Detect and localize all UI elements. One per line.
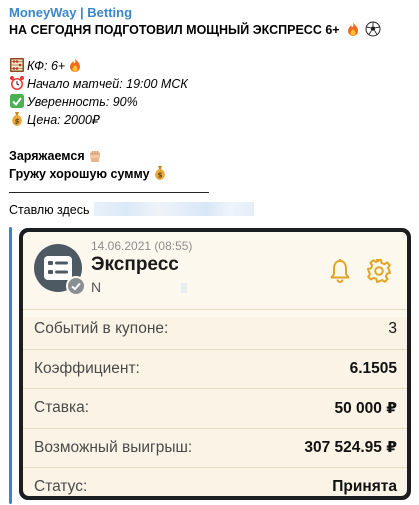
coef-text: КФ: 6+ (27, 59, 66, 73)
headline-text: НА СЕГОДНЯ ПОДГОТОВИЛ МОЩНЫЙ ЭКСПРЕСС 6+ (9, 23, 340, 37)
row-value: 307 524.95 ₽ (304, 439, 397, 457)
coupon-row-events: Событий в купоне: 3 (23, 309, 407, 349)
redacted-link[interactable] (93, 202, 254, 216)
coupon-row-stake: Ставка: 50 000 ₽ (23, 388, 407, 428)
gear-icon[interactable] (366, 258, 392, 284)
confidence-text: Уверенность: 90% (27, 95, 138, 109)
coupon-subtitle: N (91, 279, 188, 295)
redacted-id (181, 283, 188, 293)
coupon-row-status: Статус: Принята (23, 467, 407, 496)
check-icon (71, 282, 81, 291)
money-bag-icon: $ (9, 111, 25, 127)
bet-here-text: Ставлю здесь (9, 203, 90, 217)
coupon-row-possible-win: Возможный выигрыш: 307 524.95 ₽ (23, 427, 407, 468)
svg-text:$: $ (157, 172, 162, 180)
fist-icon (87, 147, 103, 163)
alarm-clock-icon (9, 75, 25, 91)
svg-text:$: $ (15, 118, 20, 126)
load-text: Гружу хорошую сумму (9, 167, 150, 181)
price-line: $ Цена: 2000₽ (9, 111, 411, 129)
row-label: Статус: (34, 478, 88, 496)
row-label: Событий в купоне: (34, 320, 169, 338)
start-line: Начало матчей: 19:00 МСК (9, 75, 411, 93)
status-check-badge (66, 276, 86, 296)
author-name[interactable]: MoneyWay | Betting (9, 4, 411, 21)
coupon-title: Экспресс (91, 254, 179, 275)
bell-icon[interactable] (328, 258, 352, 284)
coupon-card[interactable]: 14.06.2021 (08:55) Экспресс N Событий в … (19, 228, 411, 500)
charge-line: Заряжаемся (9, 147, 411, 165)
check-mark-icon (9, 93, 25, 109)
coupon-details: Событий в купоне: 3 Коэффициент: 6.1505 … (23, 309, 407, 496)
load-line: Гружу хорошую сумму $ (9, 165, 411, 183)
soccer-ball-icon (365, 21, 381, 37)
row-value: 50 000 ₽ (334, 399, 398, 417)
fire-icon (67, 57, 83, 73)
divider-line: ———————————————— (9, 185, 209, 199)
message: MoneyWay | Betting НА СЕГОДНЯ ПОДГОТОВИЛ… (9, 4, 411, 219)
headline: НА СЕГОДНЯ ПОДГОТОВИЛ МОЩНЫЙ ЭКСПРЕСС 6+ (9, 21, 411, 39)
coupon-row-coefficient: Коэффициент: 6.1505 (23, 348, 407, 389)
row-label: Коэффициент: (34, 359, 140, 377)
row-label: Возможный выигрыш: (34, 438, 193, 456)
row-value: 6.1505 (349, 359, 397, 377)
coupon-date: 14.06.2021 (08:55) (91, 239, 193, 253)
quote-bar (9, 227, 12, 504)
bet-here-line: Ставлю здесь (9, 201, 411, 219)
status-badge: Принята (332, 478, 397, 496)
charge-text: Заряжаемся (9, 149, 85, 163)
start-text: Начало матчей: 19:00 МСК (27, 77, 188, 91)
coupon-card-body: 14.06.2021 (08:55) Экспресс N Событий в … (23, 232, 407, 496)
row-label: Ставка: (34, 399, 90, 417)
fire-icon (345, 21, 361, 37)
coef-line: КФ: 6+ (9, 57, 411, 75)
coupon-header: 14.06.2021 (08:55) Экспресс N (23, 232, 407, 317)
price-text: Цена: 2000₽ (27, 113, 100, 127)
abacus-icon (9, 57, 25, 73)
confidence-line: Уверенность: 90% (9, 93, 411, 111)
list-icon (44, 256, 72, 280)
money-bag-icon: $ (152, 165, 168, 181)
row-value: 3 (388, 320, 397, 338)
